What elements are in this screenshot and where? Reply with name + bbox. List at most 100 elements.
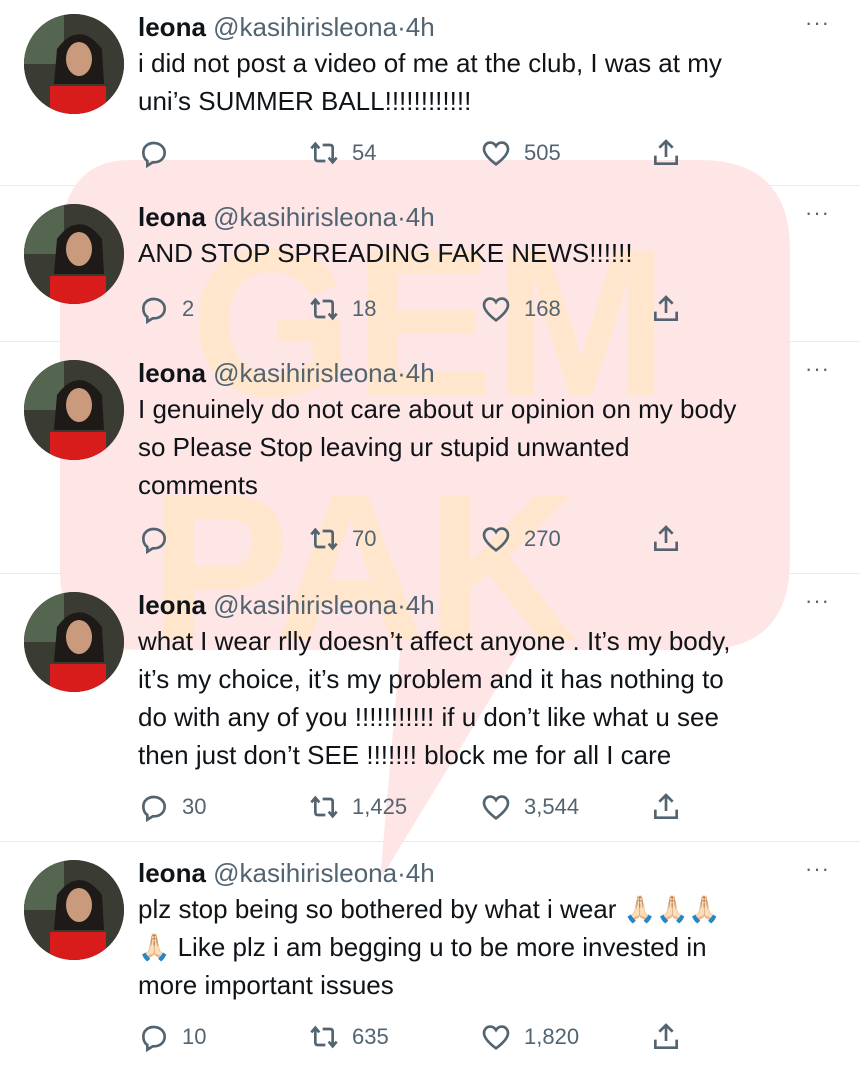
separator-dot: · [397,858,406,888]
tweet-text-line: I genuinely do not care about ur opinion… [138,394,737,424]
more-options-icon[interactable]: ··· [805,856,830,882]
share-button[interactable] [650,1020,682,1054]
avatar[interactable] [24,14,124,114]
tweet[interactable]: leona @kasihirisleona·4h I genuinely do … [0,342,860,574]
like-count: 1,820 [524,1024,580,1049]
retweet-button[interactable]: 70 [308,522,376,556]
user-handle[interactable]: @kasihirisleona [213,358,397,388]
retweet-button[interactable]: 54 [308,136,376,170]
tweet[interactable]: leona @kasihirisleona·4h plz stop being … [0,842,860,1068]
tweet-actions: 70 270 [138,522,698,556]
tweet-header: leona @kasihirisleona·4h [138,358,820,388]
tweet-header: leona @kasihirisleona·4h [138,12,820,42]
like-button[interactable]: 505 [480,136,561,170]
separator-dot: · [397,202,406,232]
tweet-text-line: comments [138,470,258,500]
share-button[interactable] [650,522,682,556]
like-count: 505 [524,140,561,165]
avatar[interactable] [24,592,124,692]
user-handle[interactable]: @kasihirisleona [213,858,397,888]
timestamp[interactable]: 4h [406,590,435,620]
tweet-text-line: plz stop being so bothered by what i wea… [138,894,721,924]
heart-icon [482,141,510,167]
tweet-text-line: it’s my choice, it’s my problem and it h… [138,664,724,694]
more-options-icon[interactable]: ··· [805,356,830,382]
reply-button[interactable] [138,522,182,556]
share-button[interactable] [650,790,682,824]
user-handle[interactable]: @kasihirisleona [213,12,397,42]
reply-button[interactable]: 30 [138,790,206,824]
tweet-text: plz stop being so bothered by what i wea… [138,890,820,1004]
tweet-text-line: i did not post a video of me at the club… [138,48,722,78]
retweet-button[interactable]: 635 [308,1020,389,1054]
tweet-text-line: do with any of you !!!!!!!!!!! if u don’… [138,702,719,732]
share-icon [654,295,678,321]
tweet-actions: 10 635 1,820 [138,1020,698,1054]
display-name[interactable]: leona [138,202,206,232]
user-handle[interactable]: @kasihirisleona [213,590,397,620]
tweet-text: what I wear rlly doesn’t affect anyone .… [138,622,820,774]
more-options-icon[interactable]: ··· [805,200,830,226]
more-options-icon[interactable]: ··· [805,588,830,614]
retweet-button[interactable]: 18 [308,292,376,326]
heart-icon [482,527,510,553]
avatar[interactable] [24,204,124,304]
reply-icon [141,795,167,823]
tweet-text: AND STOP SPREADING FAKE NEWS!!!!!! [138,234,820,272]
tweet-text-line: 🙏🏻 Like plz i am begging u to be more in… [138,932,707,962]
retweet-count: 635 [352,1024,389,1049]
heart-icon [482,795,510,821]
display-name[interactable]: leona [138,12,206,42]
like-count: 168 [524,296,561,321]
reply-count: 10 [182,1024,207,1049]
reply-button[interactable]: 2 [138,292,194,326]
avatar[interactable] [24,860,124,960]
reply-button[interactable] [138,136,182,170]
heart-icon [482,1025,510,1051]
heart-icon [482,297,510,323]
separator-dot: · [397,358,406,388]
retweet-count: 54 [352,140,377,165]
like-button[interactable]: 168 [480,292,561,326]
like-button[interactable]: 3,544 [480,790,579,824]
tweet-actions: 30 1,425 3,544 [138,790,698,824]
display-name[interactable]: leona [138,358,206,388]
timestamp[interactable]: 4h [406,12,435,42]
separator-dot: · [397,12,406,42]
retweet-button[interactable]: 1,425 [308,790,407,824]
share-button[interactable] [650,292,682,326]
like-button[interactable]: 270 [480,522,561,556]
share-icon [654,139,678,165]
share-button[interactable] [650,136,682,170]
display-name[interactable]: leona [138,858,206,888]
retweet-icon [310,297,338,321]
reply-button[interactable]: 10 [138,1020,206,1054]
retweet-icon [310,795,338,819]
share-icon [654,525,678,551]
like-button[interactable]: 1,820 [480,1020,579,1054]
reply-count: 2 [182,296,195,321]
retweet-icon [310,527,338,551]
tweet[interactable]: leona @kasihirisleona·4h what I wear rll… [0,574,860,842]
tweet-text: i did not post a video of me at the club… [138,44,820,120]
display-name[interactable]: leona [138,590,206,620]
tweet[interactable]: leona @kasihirisleona·4h i did not post … [0,0,860,186]
timestamp[interactable]: 4h [406,358,435,388]
avatar[interactable] [24,360,124,460]
timestamp[interactable]: 4h [406,202,435,232]
reply-icon [141,1025,167,1053]
retweet-icon [310,141,338,165]
reply-icon [141,527,167,555]
share-icon [654,793,678,819]
tweet-text-line: then just don’t SEE !!!!!!! block me for… [138,740,672,770]
tweet-text-line: more important issues [138,970,394,1000]
user-handle[interactable]: @kasihirisleona [213,202,397,232]
more-options-icon[interactable]: ··· [805,10,830,36]
like-count: 3,544 [524,794,580,819]
tweet[interactable]: leona @kasihirisleona·4h AND STOP SPREAD… [0,186,860,342]
retweet-icon [310,1025,338,1049]
tweet-text-line: what I wear rlly doesn’t affect anyone .… [138,626,731,656]
tweet-text: I genuinely do not care about ur opinion… [138,390,820,504]
tweet-actions: 54 505 [138,136,698,170]
timestamp[interactable]: 4h [406,858,435,888]
